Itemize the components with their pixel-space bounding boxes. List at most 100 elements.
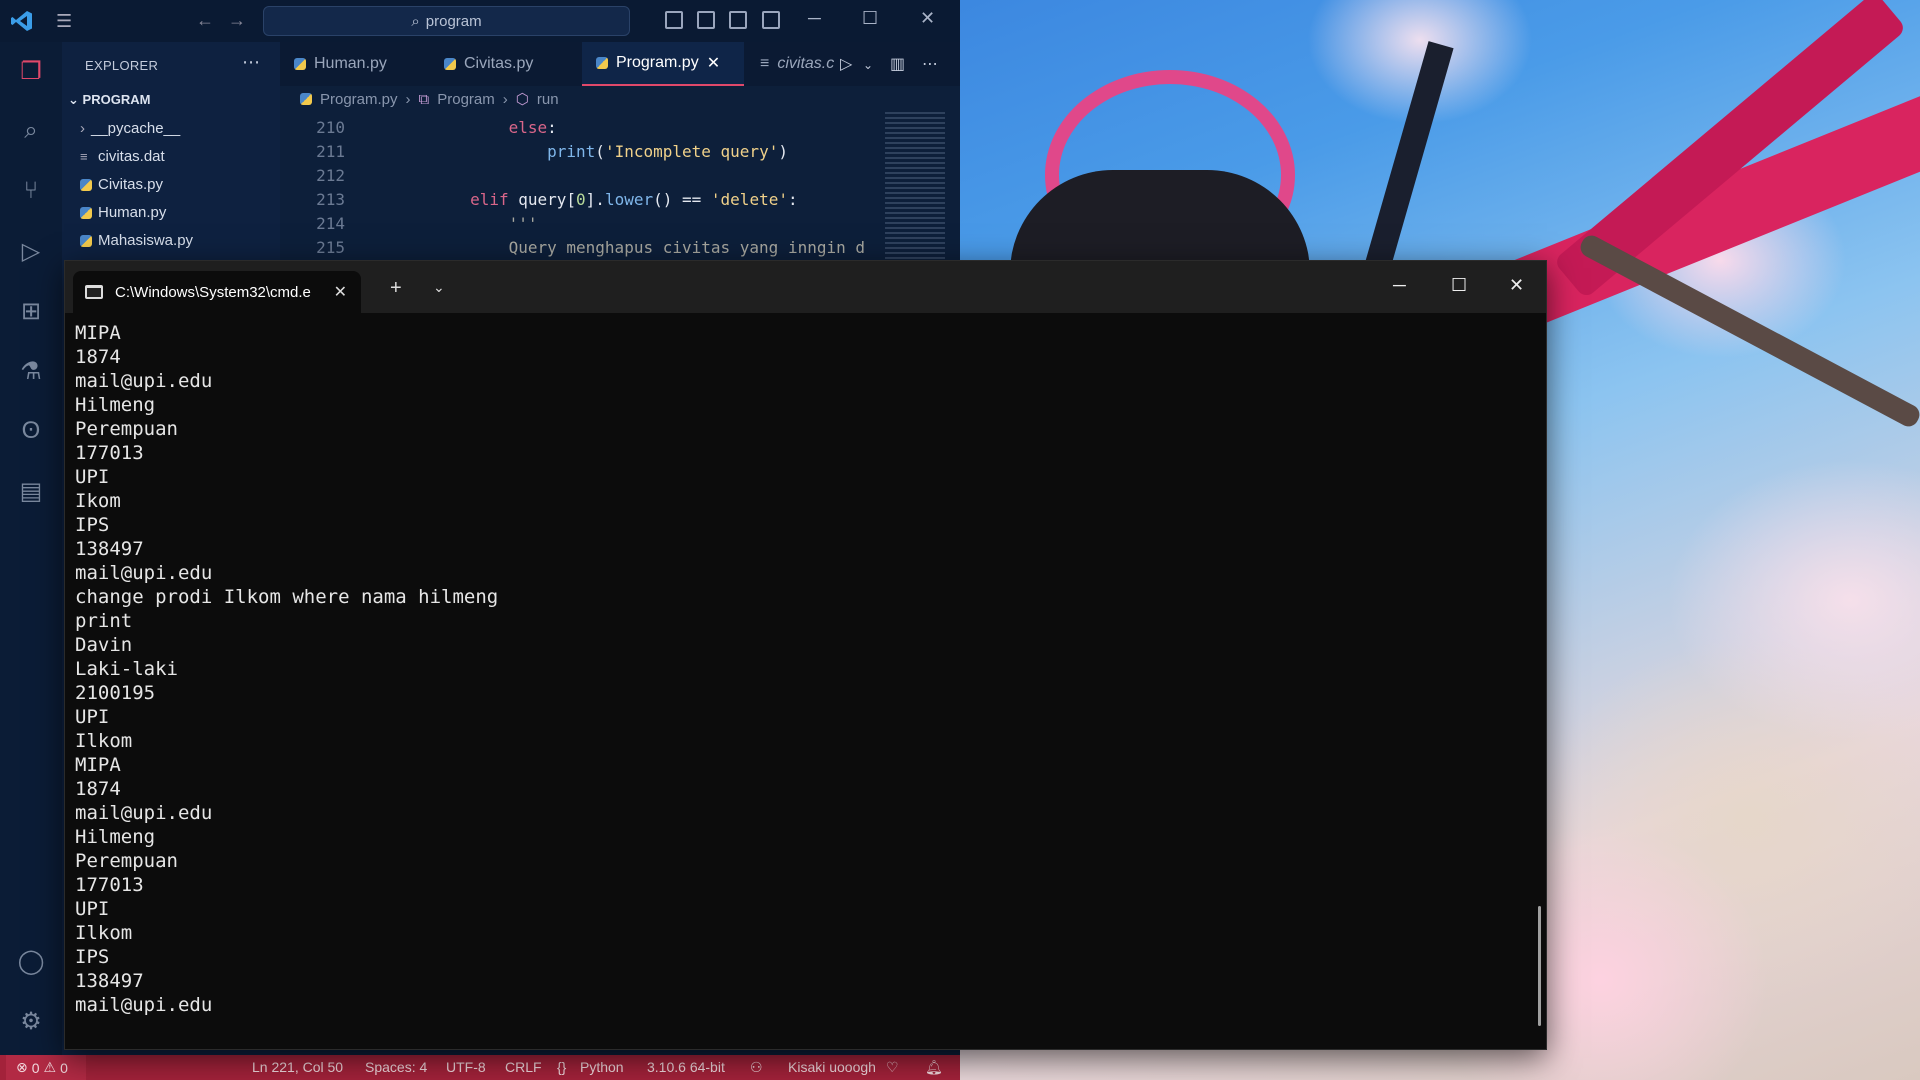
minimap[interactable] [885, 112, 945, 262]
indentation[interactable]: Spaces: 4 [365, 1059, 427, 1075]
terminal-line: mail@upi.edu [75, 562, 213, 584]
forward-arrow-icon[interactable]: → [228, 10, 246, 31]
breadcrumb-class[interactable]: Program [437, 91, 495, 108]
breadcrumb-method[interactable]: run [537, 91, 559, 108]
split-editor-icon[interactable]: ▥ [890, 54, 905, 74]
terminal-line: Hilmeng [75, 394, 156, 416]
more-actions-icon[interactable]: ⋯ [922, 54, 938, 74]
sidebar-item-civitas-py[interactable]: Civitas.py [80, 176, 163, 193]
run-options-chevron-icon[interactable]: ⌄ [863, 58, 873, 72]
code-line[interactable]: 213 elif query[0].lower() == 'delete': [280, 190, 880, 214]
terminal-line: IPS [75, 946, 110, 968]
code-editor[interactable]: 210 else: 211 print('Incomplete query') 21… [280, 118, 880, 268]
line-number: 215 [316, 238, 345, 257]
live-share-icon[interactable]: ⚇ [750, 1059, 763, 1076]
line-number: 210 [316, 118, 345, 137]
explorer-icon[interactable]: ❐ [16, 56, 46, 86]
minimize-icon[interactable]: ─ [1393, 275, 1406, 296]
terminal-output[interactable]: MIPA 1874 mail@upi.edu Hilmeng Perempuan 1770… [75, 321, 1515, 1041]
code-line[interactable]: 214 ''' [280, 214, 880, 238]
tab-label: Human.py [314, 55, 387, 72]
line-ending[interactable]: CRLF [505, 1059, 542, 1075]
sidebar-item-human-py[interactable]: Human.py [80, 204, 166, 221]
sidebar-item-mahasiswa-py[interactable]: Mahasiswa.py [80, 232, 193, 249]
terminal-line: mail@upi.edu [75, 802, 213, 824]
scrollbar-thumb[interactable] [1538, 906, 1541, 1026]
python-interpreter[interactable]: 3.10.6 64-bit [647, 1059, 725, 1075]
code-line[interactable]: 212 [280, 166, 880, 190]
folder-section[interactable]: ⌄ PROGRAM [68, 92, 150, 108]
breadcrumb-file[interactable]: Program.py [320, 91, 398, 108]
source-control-icon[interactable]: ⑂ [16, 176, 46, 206]
class-icon: ⧉ [418, 90, 430, 108]
run-file-icon[interactable]: ▷ [840, 54, 852, 74]
maximize-icon[interactable]: ☐ [1451, 275, 1467, 296]
terminal-line: mail@upi.edu [75, 370, 213, 392]
error-icon: ⊗ [16, 1059, 28, 1075]
code-line[interactable]: 211 print('Incomplete query') [280, 142, 880, 166]
new-tab-plus-icon[interactable]: + [390, 277, 402, 300]
code-text: elif query[0].lower() == 'delete': [470, 190, 798, 209]
cursor-position[interactable]: Ln 221, Col 50 [252, 1059, 343, 1075]
close-tab-icon[interactable]: ✕ [707, 53, 720, 73]
code-line[interactable]: 210 else: [280, 118, 880, 142]
terminal-line: print [75, 610, 133, 632]
terminal-window: C:\Windows\System32\cmd.e ✕ + ⌄ ─ ☐ ✕ MI… [64, 260, 1547, 1050]
chevron-right-icon: › [502, 90, 508, 108]
accounts-icon[interactable]: ◯ [16, 946, 46, 976]
notebook-icon[interactable]: ▤ [16, 476, 46, 506]
terminal-tab[interactable]: C:\Windows\System32\cmd.e ✕ [73, 271, 361, 313]
sidebar-item-label: __pycache__ [91, 120, 181, 137]
text-file-icon: ≡ [760, 55, 770, 72]
tab-civitas-py[interactable]: Civitas.py [430, 42, 580, 86]
menu-icon[interactable]: ☰ [56, 11, 72, 32]
close-tab-icon[interactable]: ✕ [334, 282, 347, 302]
sidebar-item-pycache[interactable]: › __pycache__ [80, 120, 180, 137]
notifications-bell-icon[interactable]: 🔔︎ [925, 1059, 943, 1076]
line-number: 214 [316, 214, 345, 233]
maximize-icon[interactable]: ☐ [862, 8, 878, 29]
chevron-down-icon[interactable]: ⌄ [433, 279, 445, 296]
settings-gear-icon[interactable]: ⚙ [16, 1006, 46, 1036]
line-number: 212 [316, 166, 345, 185]
more-actions-icon[interactable]: ⋯ [242, 52, 260, 73]
terminal-line: 2100195 [75, 682, 156, 704]
account-status[interactable]: Kisaki uooogh [788, 1059, 876, 1075]
terminal-line: mail@upi.edu [75, 994, 213, 1016]
terminal-line: 138497 [75, 970, 144, 992]
error-count: 0 [31, 1059, 40, 1076]
tab-program-py[interactable]: Program.py ✕ [582, 42, 744, 86]
testing-icon[interactable]: ⚗ [16, 356, 46, 386]
vscode-logo-icon [11, 11, 32, 31]
close-icon[interactable]: ✕ [1509, 275, 1524, 296]
sidebar-item-civitas-dat[interactable]: ≡ civitas.dat [80, 148, 165, 165]
python-icon[interactable]: ʘ [16, 416, 46, 446]
back-arrow-icon[interactable]: ← [196, 10, 214, 31]
tab-human-py[interactable]: Human.py [280, 42, 430, 86]
code-line[interactable]: 215 Query menghapus civitas yang inngin … [280, 238, 880, 262]
minimize-icon[interactable]: ─ [808, 8, 821, 29]
vscode-titlebar: ☰ ← → ⌕ program ─ ☐ ✕ [0, 0, 960, 42]
terminal-line: Perempuan [75, 850, 178, 872]
code-text: ''' [508, 214, 538, 233]
language-mode[interactable]: Python [580, 1059, 624, 1075]
terminal-line: Ilkom [75, 730, 133, 752]
sidebar-item-label: Civitas.py [98, 176, 164, 193]
terminal-line: 1874 [75, 778, 121, 800]
warning-icon: ⚠ [43, 1059, 57, 1075]
terminal-line: Ilkom [75, 922, 133, 944]
python-file-icon [294, 58, 306, 70]
run-debug-icon[interactable]: ▷ [16, 236, 46, 266]
search-icon[interactable]: ⌕ [16, 116, 46, 146]
toggle-secondary-sidebar-icon[interactable] [729, 11, 747, 29]
command-center-search[interactable]: ⌕ program [263, 6, 630, 36]
problems-indicator[interactable]: ⊗ 0 ⚠ 0 [6, 1055, 86, 1080]
close-icon[interactable]: ✕ [920, 8, 935, 29]
toggle-panel-icon[interactable] [697, 11, 715, 29]
encoding[interactable]: UTF-8 [446, 1059, 486, 1075]
customize-layout-icon[interactable] [762, 11, 780, 29]
code-text: else: [508, 118, 557, 137]
cmd-icon [85, 285, 103, 299]
extensions-icon[interactable]: ⊞ [16, 296, 46, 326]
toggle-sidebar-icon[interactable] [665, 11, 683, 29]
